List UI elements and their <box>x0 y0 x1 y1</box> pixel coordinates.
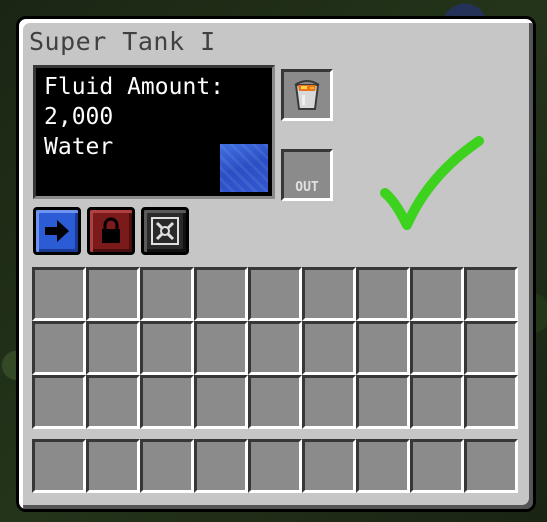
lava-bucket-icon <box>294 80 320 110</box>
inventory-slot[interactable] <box>410 321 464 375</box>
hotbar-slot[interactable] <box>248 439 302 493</box>
inventory-slot[interactable] <box>464 375 518 429</box>
inventory-slot[interactable] <box>86 267 140 321</box>
hotbar-slot[interactable] <box>194 439 248 493</box>
inventory-slot[interactable] <box>194 375 248 429</box>
lock-icon <box>102 217 120 243</box>
inventory-slot[interactable] <box>464 321 518 375</box>
side-config-button[interactable] <box>33 207 81 255</box>
water-fluid-icon <box>220 144 268 192</box>
inventory-slot[interactable] <box>194 267 248 321</box>
inventory-slot[interactable] <box>302 375 356 429</box>
inventory-slot[interactable] <box>302 267 356 321</box>
inventory-slot[interactable] <box>356 321 410 375</box>
fluid-input-slot[interactable] <box>281 69 333 121</box>
player-hotbar <box>32 439 518 493</box>
player-inventory-grid <box>32 267 518 429</box>
hotbar-slot[interactable] <box>410 439 464 493</box>
hotbar-slot[interactable] <box>356 439 410 493</box>
hotbar-slot[interactable] <box>86 439 140 493</box>
inventory-slot[interactable] <box>356 267 410 321</box>
inventory-slot[interactable] <box>410 375 464 429</box>
inventory-slot[interactable] <box>302 321 356 375</box>
inventory-slot[interactable] <box>248 267 302 321</box>
fluid-output-slot[interactable]: OUT <box>281 149 333 201</box>
inventory-slot[interactable] <box>248 375 302 429</box>
fluid-display: Fluid Amount: 2,000 Water <box>33 65 275 199</box>
hotbar-slot[interactable] <box>32 439 86 493</box>
inventory-slot[interactable] <box>86 375 140 429</box>
inventory-slot[interactable] <box>356 375 410 429</box>
tank-gui-panel: Super Tank I Fluid Amount: 2,000 Water O… <box>16 16 536 512</box>
inventory-slot[interactable] <box>248 321 302 375</box>
inventory-slot[interactable] <box>32 321 86 375</box>
inventory-slot[interactable] <box>464 267 518 321</box>
security-button[interactable] <box>87 207 135 255</box>
inventory-slot[interactable] <box>140 375 194 429</box>
fluid-amount-heading: Fluid Amount: <box>44 74 225 100</box>
window-title: Super Tank I <box>29 27 216 56</box>
inventory-slot[interactable] <box>32 375 86 429</box>
inventory-slot[interactable] <box>194 321 248 375</box>
arrow-right-icon <box>45 220 69 242</box>
fluid-amount-value: 2,000 <box>44 104 114 130</box>
fluid-name: Water <box>44 134 114 160</box>
inventory-slot[interactable] <box>86 321 140 375</box>
inventory-slot[interactable] <box>32 267 86 321</box>
inventory-slot[interactable] <box>140 321 194 375</box>
inventory-slot[interactable] <box>140 267 194 321</box>
inventory-slot[interactable] <box>410 267 464 321</box>
hotbar-slot[interactable] <box>302 439 356 493</box>
redstone-x-icon <box>151 217 179 245</box>
redstone-control-button[interactable] <box>141 207 189 255</box>
checkmark-overlay-icon <box>377 135 487 245</box>
hotbar-slot[interactable] <box>140 439 194 493</box>
hotbar-slot[interactable] <box>464 439 518 493</box>
output-slot-label: OUT <box>295 180 319 195</box>
